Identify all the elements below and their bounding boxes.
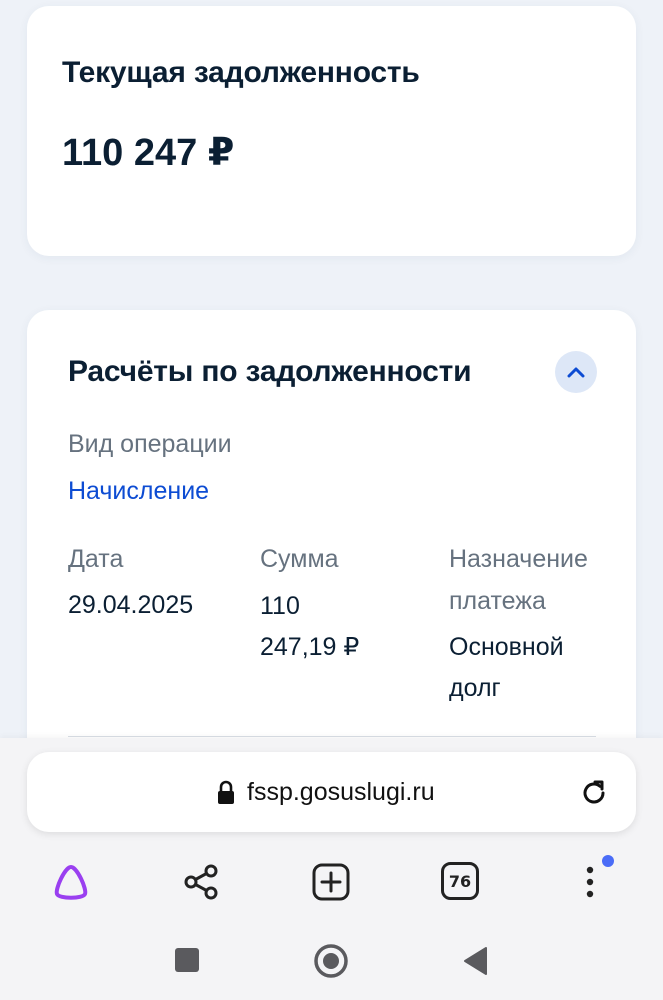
address-bar[interactable]: fssp.gosuslugi.ru [27, 752, 636, 832]
recents-button[interactable] [174, 947, 200, 973]
operation-type-link[interactable]: Начисление [68, 470, 209, 512]
home-button[interactable] [313, 943, 349, 979]
payment-sum-line2: 247,19 ₽ [260, 633, 360, 661]
current-debt-amount: 110 247 ₽ [62, 132, 235, 174]
home-circle-icon [314, 944, 348, 978]
back-button[interactable] [462, 946, 488, 976]
back-triangle-icon [464, 947, 487, 975]
share-button[interactable] [180, 862, 222, 902]
lock-icon [218, 780, 234, 804]
chevron-up-icon [567, 367, 585, 378]
notification-dot [602, 855, 614, 867]
menu-icon [586, 866, 594, 898]
purpose-column-label-line2: платежа [449, 587, 546, 615]
url-text: fssp.gosuslugi.ru [247, 778, 435, 806]
current-debt-card: Текущая задолженность 110 247 ₽ [27, 6, 636, 256]
current-debt-title: Текущая задолженность [62, 56, 420, 89]
recents-square-icon [175, 948, 199, 972]
payment-purpose-line2: долг [449, 674, 501, 702]
alice-assistant-button[interactable] [50, 862, 92, 902]
purpose-column-label-line1: Назначение [449, 545, 588, 573]
tabs-button[interactable]: 76 [440, 861, 480, 901]
payment-sum-line1: 110 [260, 592, 300, 620]
browser-bottom-bar: fssp.gosuslugi.ru 76 [0, 738, 663, 1000]
tabs-count: 76 [448, 871, 472, 891]
debt-calculations-title: Расчёты по задолженности [68, 355, 472, 388]
payment-date: 29.04.2025 [68, 591, 194, 619]
collapse-button[interactable] [555, 351, 597, 393]
new-tab-button[interactable] [310, 861, 352, 903]
new-tab-icon [312, 863, 350, 901]
page: Текущая задолженность 110 247 ₽ Расчёты … [0, 0, 663, 1000]
row-divider [68, 736, 596, 737]
debt-calculations-card: Расчёты по задолженности Вид операции На… [27, 310, 636, 810]
sum-column-label: Сумма [260, 545, 339, 573]
operation-type-label: Вид операции [68, 430, 232, 458]
date-column-label: Дата [68, 545, 124, 573]
reload-icon[interactable] [578, 777, 610, 809]
share-icon [184, 864, 218, 900]
payment-purpose-line1: Основной [449, 633, 564, 661]
alice-icon [54, 865, 88, 900]
menu-button[interactable] [578, 862, 602, 902]
